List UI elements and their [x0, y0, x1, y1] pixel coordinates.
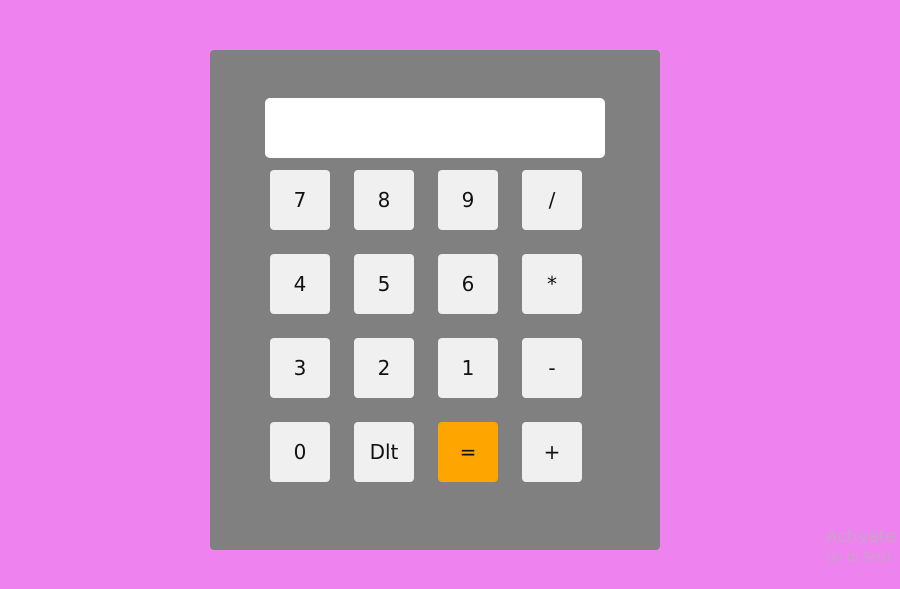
key-4[interactable]: 4 [270, 254, 330, 314]
key-7[interactable]: 7 [270, 170, 330, 230]
watermark-title: Activate [826, 527, 896, 547]
key-delete[interactable]: Dlt [354, 422, 414, 482]
key-3[interactable]: 3 [270, 338, 330, 398]
key-multiply[interactable]: * [522, 254, 582, 314]
calculator-display[interactable] [265, 98, 605, 158]
calculator: 7 8 9 / 4 5 6 * 3 2 1 - 0 Dlt = + [210, 50, 660, 550]
key-0[interactable]: 0 [270, 422, 330, 482]
key-equals[interactable]: = [438, 422, 498, 482]
key-divide[interactable]: / [522, 170, 582, 230]
watermark-subtitle: Go to Setti [826, 550, 891, 564]
key-2[interactable]: 2 [354, 338, 414, 398]
key-add[interactable]: + [522, 422, 582, 482]
key-subtract[interactable]: - [522, 338, 582, 398]
page-background: 7 8 9 / 4 5 6 * 3 2 1 - 0 Dlt = + Activa… [0, 0, 900, 589]
key-6[interactable]: 6 [438, 254, 498, 314]
activation-watermark: Activate Go to Setti [826, 526, 900, 566]
key-9[interactable]: 9 [438, 170, 498, 230]
key-5[interactable]: 5 [354, 254, 414, 314]
keypad: 7 8 9 / 4 5 6 * 3 2 1 - 0 Dlt = + [270, 170, 582, 482]
key-1[interactable]: 1 [438, 338, 498, 398]
key-8[interactable]: 8 [354, 170, 414, 230]
